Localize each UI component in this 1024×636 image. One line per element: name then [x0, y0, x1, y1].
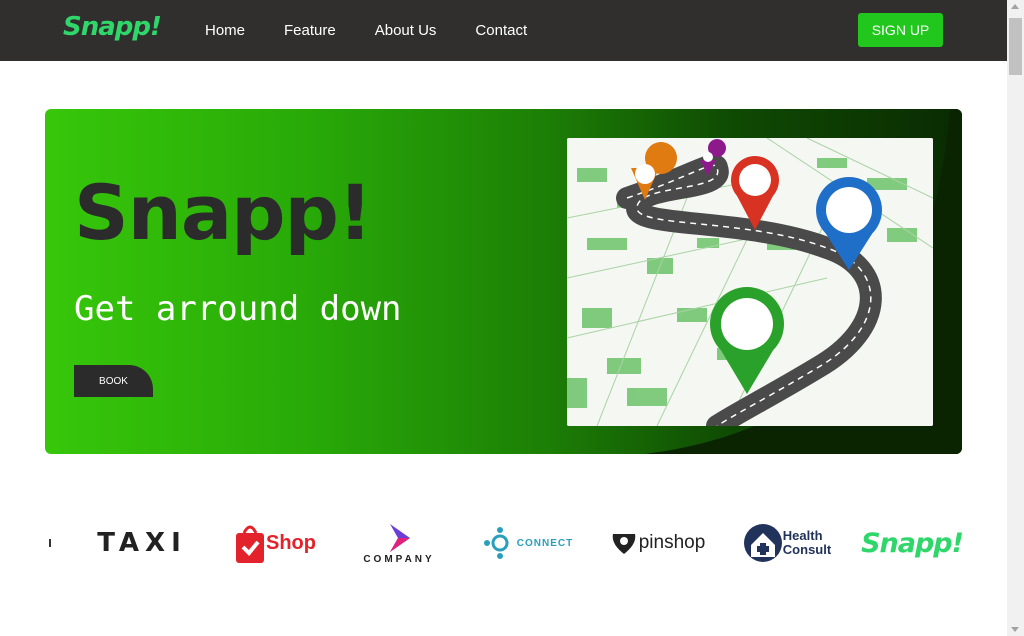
taxi-logo-text: TAXI [97, 528, 187, 558]
partner-logos: TAXI Shop COMPANY CONNECT pinshop Health… [45, 516, 964, 570]
partial-logo-mark [49, 539, 51, 547]
nav-home[interactable]: Home [205, 22, 245, 39]
logo-shop: Shop [225, 516, 325, 570]
logo-taxi: TAXI [92, 516, 192, 570]
shop-logo-text: Shop [266, 531, 316, 554]
nav-about-us[interactable]: About Us [375, 22, 437, 39]
page: Snapp! Home Feature About Us Contact SIG… [0, 0, 1007, 636]
vertical-scrollbar[interactable] [1007, 0, 1024, 636]
nav-menu: Home Feature About Us Contact [205, 22, 566, 39]
pin-bag-icon [612, 534, 635, 554]
shopping-bag-icon [236, 525, 264, 563]
hero-title: Snapp! [74, 168, 373, 257]
scroll-down-arrow-icon[interactable] [1011, 627, 1019, 632]
map-route-icon [567, 138, 933, 426]
logo-connect: CONNECT [478, 516, 578, 570]
pinshop-logo-text: pinshop [638, 532, 706, 553]
map-route-image [567, 138, 933, 426]
scroll-up-arrow-icon[interactable] [1011, 4, 1019, 9]
logo-pinshop: pinshop [605, 516, 709, 570]
hero-banner: Snapp! Get arround down BOOK [45, 109, 962, 454]
company-logo-text: COMPANY [363, 553, 435, 565]
snapp-logo-text: Snapp! [861, 527, 964, 559]
connect-logo-text: CONNECT [516, 537, 574, 549]
signup-button[interactable]: SIGN UP [858, 13, 943, 47]
health-line-2: Consult [782, 542, 832, 557]
logo-snapp: Snapp! [861, 516, 964, 570]
scrollbar-thumb[interactable] [1009, 18, 1022, 75]
health-logo-text: Health Consult [783, 529, 831, 556]
brand-logo[interactable]: Snapp! [63, 12, 162, 42]
hero-subtitle: Get arround down [74, 289, 402, 329]
navbar: Snapp! Home Feature About Us Contact SIG… [0, 0, 1007, 61]
partial-logo [45, 516, 55, 570]
logo-health-consult: Health Consult [735, 516, 839, 570]
connect-network-icon [483, 527, 509, 559]
nav-feature[interactable]: Feature [284, 22, 336, 39]
logo-company: COMPANY [353, 516, 445, 570]
book-button[interactable]: BOOK [74, 365, 153, 397]
arrow-logo-icon [390, 523, 410, 552]
house-cross-icon [743, 524, 782, 562]
nav-contact[interactable]: Contact [475, 22, 527, 39]
